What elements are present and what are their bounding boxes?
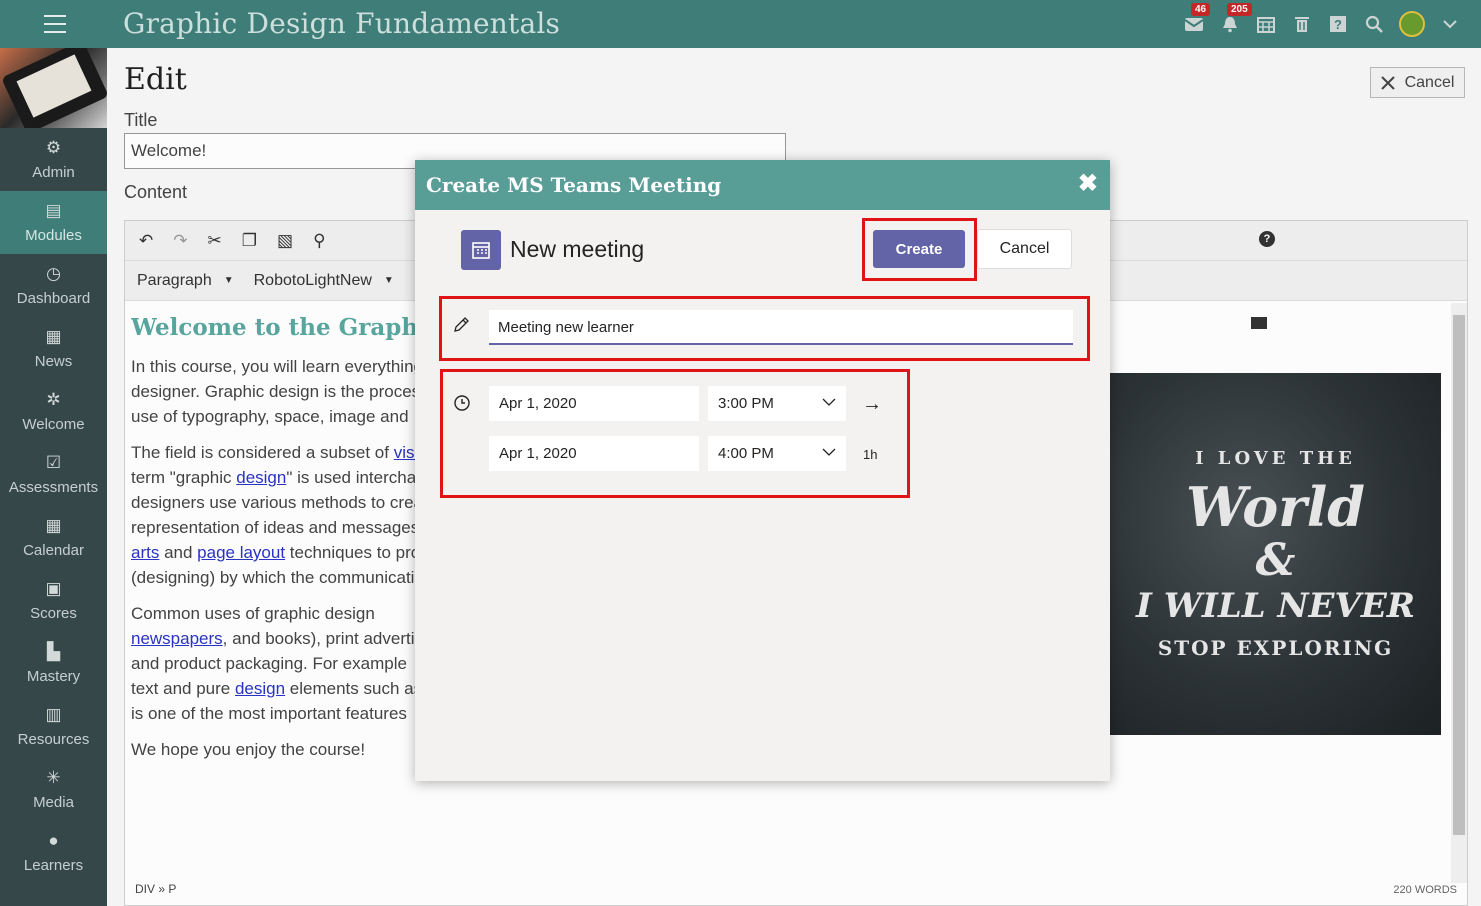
start-time-field[interactable]: 3:00 PM	[708, 386, 846, 421]
meeting-title-input[interactable]: Meeting new learner	[489, 310, 1073, 345]
teams-meeting-dialog: Create MS Teams Meeting ✖ New meeting Cr…	[415, 160, 1110, 781]
dialog-header: Create MS Teams Meeting ✖	[415, 160, 1110, 210]
chevron-down-icon	[822, 398, 836, 406]
clock-icon	[454, 395, 470, 411]
start-date-field[interactable]: Apr 1, 2020	[489, 386, 699, 421]
new-meeting-heading: New meeting	[510, 236, 645, 262]
start-time-value: 3:00 PM	[718, 395, 774, 412]
end-time-value: 4:00 PM	[718, 445, 774, 462]
create-button[interactable]: Create	[873, 230, 965, 268]
arrow-right-icon: →	[862, 393, 882, 415]
end-time-field[interactable]: 4:00 PM	[708, 436, 846, 471]
close-icon[interactable]: ✖	[1078, 171, 1098, 197]
duration-label: 1h	[863, 447, 878, 462]
end-date-field[interactable]: Apr 1, 2020	[489, 436, 699, 471]
chevron-down-icon	[822, 448, 836, 456]
cancel-button[interactable]: Cancel	[977, 229, 1072, 269]
calendar-icon	[461, 230, 501, 270]
dialog-title: Create MS Teams Meeting	[426, 173, 722, 197]
pencil-icon	[454, 317, 469, 332]
